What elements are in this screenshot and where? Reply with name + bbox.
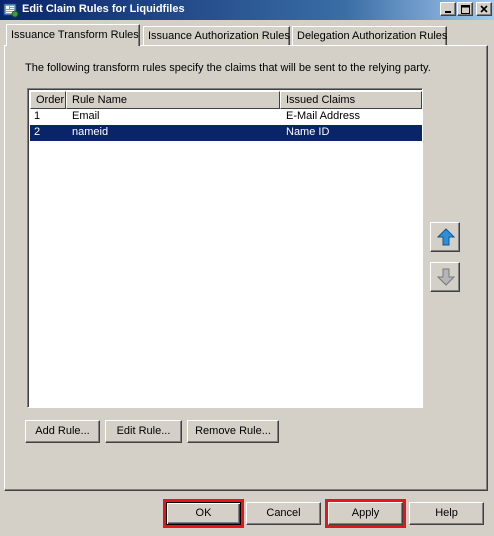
rule-row-nameid[interactable]: 2 nameid Name ID bbox=[30, 125, 422, 141]
ok-button[interactable]: OK bbox=[166, 502, 241, 525]
tab-panel: The following transform rules specify th… bbox=[4, 45, 488, 491]
rule-row-email[interactable]: 1 Email E-Mail Address bbox=[30, 109, 422, 125]
minimize-button[interactable] bbox=[440, 2, 456, 16]
maximize-icon bbox=[460, 5, 470, 14]
rule-issued-claims: E-Mail Address bbox=[286, 110, 360, 122]
remove-rule-button[interactable]: Remove Rule... bbox=[187, 420, 279, 443]
rule-order: 2 bbox=[34, 126, 41, 138]
panel-description: The following transform rules specify th… bbox=[25, 62, 431, 74]
move-down-button[interactable] bbox=[430, 262, 460, 292]
tab-issuance-authorization-rules[interactable]: Issuance Authorization Rules bbox=[143, 26, 290, 45]
column-header-issued-claims[interactable]: Issued Claims bbox=[280, 91, 422, 109]
move-up-button[interactable] bbox=[430, 222, 460, 252]
rules-list-header: Order Rule Name Issued Claims bbox=[30, 91, 422, 109]
rule-issued-claims: Name ID bbox=[286, 126, 330, 138]
arrow-down-icon bbox=[437, 268, 455, 286]
edit-rule-button[interactable]: Edit Rule... bbox=[105, 420, 182, 443]
help-button[interactable]: Help bbox=[409, 502, 484, 525]
tab-delegation-authorization-rules[interactable]: Delegation Authorization Rules bbox=[292, 26, 447, 45]
apply-button[interactable]: Apply bbox=[328, 502, 403, 525]
title-bar[interactable]: Edit Claim Rules for Liquidfiles bbox=[0, 0, 494, 20]
add-rule-button[interactable]: Add Rule... bbox=[25, 420, 100, 443]
tab-issuance-transform-rules[interactable]: Issuance Transform Rules bbox=[6, 24, 140, 46]
cancel-button[interactable]: Cancel bbox=[246, 502, 321, 525]
maximize-button[interactable] bbox=[457, 2, 473, 16]
rules-list[interactable]: Order Rule Name Issued Claims 1 Email E-… bbox=[27, 88, 423, 408]
window-title: Edit Claim Rules for Liquidfiles bbox=[22, 3, 185, 15]
rule-name: Email bbox=[72, 110, 100, 122]
close-icon bbox=[480, 5, 488, 13]
close-button[interactable] bbox=[476, 2, 492, 16]
rule-name: nameid bbox=[72, 126, 109, 138]
minimize-icon bbox=[445, 11, 451, 13]
column-header-rule-name[interactable]: Rule Name bbox=[66, 91, 280, 109]
app-icon bbox=[3, 2, 19, 18]
column-header-order[interactable]: Order bbox=[30, 91, 66, 109]
arrow-up-icon bbox=[437, 228, 455, 246]
rule-order: 1 bbox=[34, 110, 41, 122]
